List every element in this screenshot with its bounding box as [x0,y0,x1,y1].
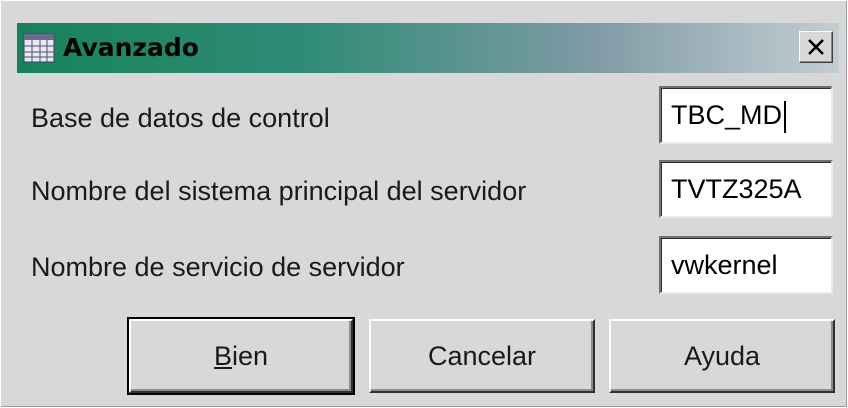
help-button[interactable]: Ayuda [609,319,835,393]
control-database-input[interactable]: TBC_MD [659,86,833,144]
cancel-button[interactable]: Cancelar [369,319,595,393]
dialog-title: Avanzado [63,33,199,62]
control-database-value: TBC_MD [671,100,783,130]
server-hostname-input[interactable]: TVTZ325A [659,160,833,218]
text-caret [784,100,787,133]
server-service-label: Nombre de servicio de servidor [31,252,405,282]
advanced-dialog: Avanzado Base de datos de control TBC_MD… [0,0,848,408]
ok-label: ien [231,341,269,371]
server-service-value: vwkernel [671,250,778,280]
table-grid-icon [23,33,55,63]
server-hostname-label: Nombre del sistema principal del servido… [31,176,527,206]
title-bar[interactable]: Avanzado [17,23,839,73]
server-service-input[interactable]: vwkernel [659,236,833,294]
close-button[interactable] [799,31,833,63]
close-icon [808,39,824,55]
help-label: Ayuda [683,341,761,371]
cancel-label: Cancelar [427,341,537,371]
ok-mnemonic: B [213,341,232,371]
server-hostname-value: TVTZ325A [671,174,802,204]
ok-button[interactable]: Bien [127,317,355,395]
control-database-label: Base de datos de control [31,103,330,133]
